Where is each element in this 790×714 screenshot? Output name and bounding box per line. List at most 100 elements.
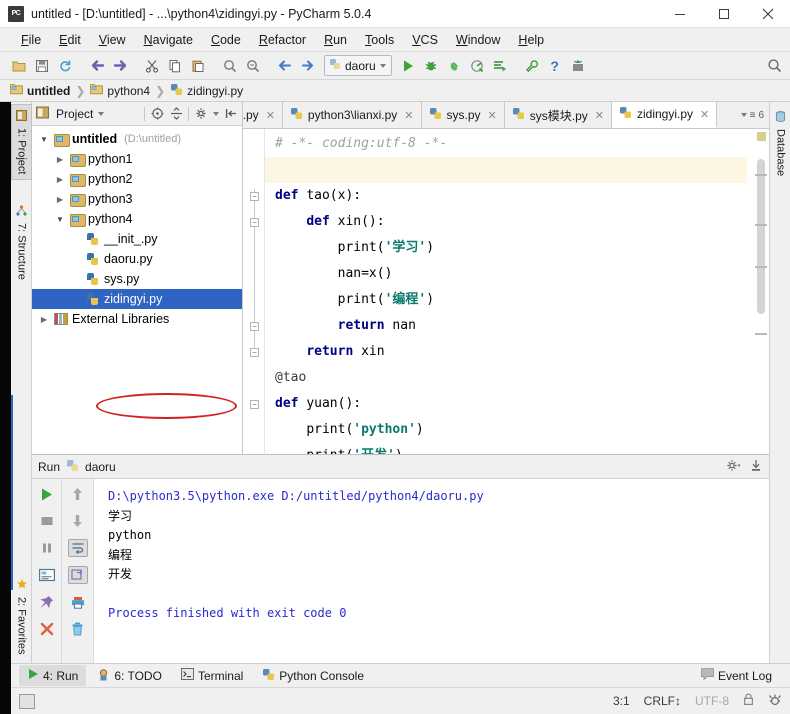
chevron-down-icon[interactable] xyxy=(213,111,219,116)
code-line[interactable] xyxy=(265,157,747,183)
editor-tab-overflow[interactable]: ≡ 6 xyxy=(736,102,769,128)
help-icon[interactable]: ? xyxy=(544,55,566,77)
fold-marker-open[interactable]: − xyxy=(250,218,259,227)
menu-item-edit[interactable]: Edit xyxy=(50,31,90,49)
menu-item-vcs[interactable]: VCS xyxy=(403,31,447,49)
up-icon[interactable] xyxy=(68,485,88,503)
hector-icon[interactable] xyxy=(768,693,782,710)
close-tab-icon[interactable]: ✕ xyxy=(404,109,413,122)
updates-icon[interactable] xyxy=(567,55,589,77)
tree-item[interactable]: ▶ External Libraries xyxy=(32,309,242,329)
bottom-tab-terminal[interactable]: Terminal xyxy=(173,665,251,686)
menu-item-run[interactable]: Run xyxy=(315,31,356,49)
tree-item[interactable]: daoru.py xyxy=(32,249,242,269)
tree-item[interactable]: ▶ python2 xyxy=(32,169,242,189)
tree-item[interactable]: ▶ python1 xyxy=(32,149,242,169)
run-with-params-icon[interactable] xyxy=(489,55,511,77)
line-separator[interactable]: CRLF↕ xyxy=(644,694,681,708)
code-line[interactable]: print('学习') xyxy=(265,235,747,261)
collapse-all-icon[interactable] xyxy=(169,107,183,121)
console-icon[interactable] xyxy=(37,566,57,584)
run-console-output[interactable]: D:\python3.5\python.exe D:/untitled/pyth… xyxy=(94,479,769,664)
hide-panel-icon[interactable] xyxy=(224,107,238,121)
down-icon[interactable] xyxy=(68,512,88,530)
stop-icon[interactable] xyxy=(37,512,57,530)
tree-item[interactable]: ▶ python3 xyxy=(32,189,242,209)
code-content[interactable]: # -*- coding:utf-8 -*- def tao(x): def x… xyxy=(265,129,747,454)
bottom-tab-4--run[interactable]: 4: Run xyxy=(19,665,87,686)
gear-dropdown-icon[interactable] xyxy=(726,459,741,475)
sidebar-item-project[interactable]: 1: Project xyxy=(11,104,32,181)
copy-icon[interactable] xyxy=(164,55,186,77)
close-button[interactable] xyxy=(746,0,790,28)
code-line[interactable]: print('开发') xyxy=(265,443,747,454)
settings-wrench-icon[interactable] xyxy=(521,55,543,77)
editor-tab-sys-py[interactable]: sys.py ✕ xyxy=(421,102,505,128)
file-encoding[interactable]: UTF-8 xyxy=(695,694,729,708)
chevron-down-icon[interactable]: ▼ xyxy=(54,215,66,224)
soft-wrap-icon[interactable] xyxy=(67,539,88,557)
minimize-button[interactable] xyxy=(658,0,702,28)
profile-icon[interactable] xyxy=(466,55,488,77)
save-all-icon[interactable] xyxy=(31,55,53,77)
print-icon[interactable] xyxy=(68,593,88,611)
tree-item[interactable]: __init_.py xyxy=(32,229,242,249)
breadcrumb-item-python4[interactable]: python4 xyxy=(90,83,150,98)
sidebar-item-structure[interactable]: 7: Structure xyxy=(11,200,32,285)
memory-indicator[interactable] xyxy=(19,693,35,709)
fold-marker-open[interactable]: − xyxy=(250,192,259,201)
breadcrumb-item-untitled[interactable]: untitled xyxy=(10,83,70,98)
chevron-down-icon[interactable]: ▼ xyxy=(38,135,50,144)
code-editor[interactable]: − − − − − # -*- coding:utf-8 -*- def tao… xyxy=(243,129,769,454)
bottom-tab-python-console[interactable]: Python Console xyxy=(254,665,372,687)
editor-scrollbar[interactable] xyxy=(757,159,765,314)
close-tab-icon[interactable]: ✕ xyxy=(266,109,275,122)
menu-item-code[interactable]: Code xyxy=(202,31,250,49)
code-line[interactable]: # -*- coding:utf-8 -*- xyxy=(265,131,747,157)
menu-item-help[interactable]: Help xyxy=(509,31,553,49)
run-icon[interactable] xyxy=(37,485,57,503)
fold-marker-close[interactable]: − xyxy=(250,322,259,331)
find-icon[interactable] xyxy=(219,55,241,77)
chevron-right-icon[interactable]: ▶ xyxy=(54,175,66,184)
tree-item[interactable]: sys.py xyxy=(32,269,242,289)
pause-icon[interactable] xyxy=(37,539,57,557)
code-line[interactable]: nan=x() xyxy=(265,261,747,287)
chevron-right-icon[interactable]: ▶ xyxy=(38,315,50,324)
coverage-icon[interactable] xyxy=(443,55,465,77)
pin-icon[interactable] xyxy=(37,593,57,611)
tree-item-selected[interactable]: zidingyi.py xyxy=(32,289,242,309)
menu-item-file[interactable]: File xyxy=(12,31,50,49)
menu-item-tools[interactable]: Tools xyxy=(356,31,403,49)
sync-icon[interactable] xyxy=(54,55,76,77)
replace-icon[interactable] xyxy=(242,55,264,77)
code-line[interactable]: print('编程') xyxy=(265,287,747,313)
search-everywhere-button[interactable] xyxy=(767,58,782,73)
run-icon[interactable] xyxy=(397,55,419,77)
chevron-down-icon[interactable] xyxy=(98,111,105,116)
sidebar-item-favorites[interactable]: 2: Favorites xyxy=(11,573,32,659)
fold-marker-close[interactable]: − xyxy=(250,348,259,357)
code-line[interactable]: def xin(): xyxy=(265,209,747,235)
editor-tab-zidingyi-py[interactable]: zidingyi.py ✕ xyxy=(611,102,718,128)
maximize-button[interactable] xyxy=(702,0,746,28)
caret-position[interactable]: 3:1 xyxy=(613,694,630,708)
open-folder-icon[interactable] xyxy=(8,55,30,77)
close-icon[interactable] xyxy=(37,620,57,638)
settings-gear-icon[interactable] xyxy=(194,107,208,121)
editor-tab-3-py[interactable]: 3.py ✕ xyxy=(243,102,283,128)
next-occurrence-icon[interactable] xyxy=(297,55,319,77)
tree-item[interactable]: ▼ untitled (D:\untitled) xyxy=(32,129,242,149)
trash-icon[interactable] xyxy=(68,620,88,638)
target-icon[interactable] xyxy=(150,107,164,121)
tree-item[interactable]: ▼ python4 xyxy=(32,209,242,229)
fold-marker-open[interactable]: − xyxy=(250,400,259,409)
close-tab-icon[interactable]: ✕ xyxy=(595,109,604,122)
editor-tab-sys---py[interactable]: sys模块.py ✕ xyxy=(504,102,612,128)
chevron-right-icon[interactable]: ▶ xyxy=(54,195,66,204)
hide-panel-icon[interactable] xyxy=(749,459,763,475)
chevron-right-icon[interactable]: ▶ xyxy=(54,155,66,164)
bottom-tab-6--todo[interactable]: 6: TODO xyxy=(89,665,170,687)
code-line[interactable]: def tao(x): xyxy=(265,183,747,209)
scroll-to-end-icon[interactable] xyxy=(67,566,88,584)
